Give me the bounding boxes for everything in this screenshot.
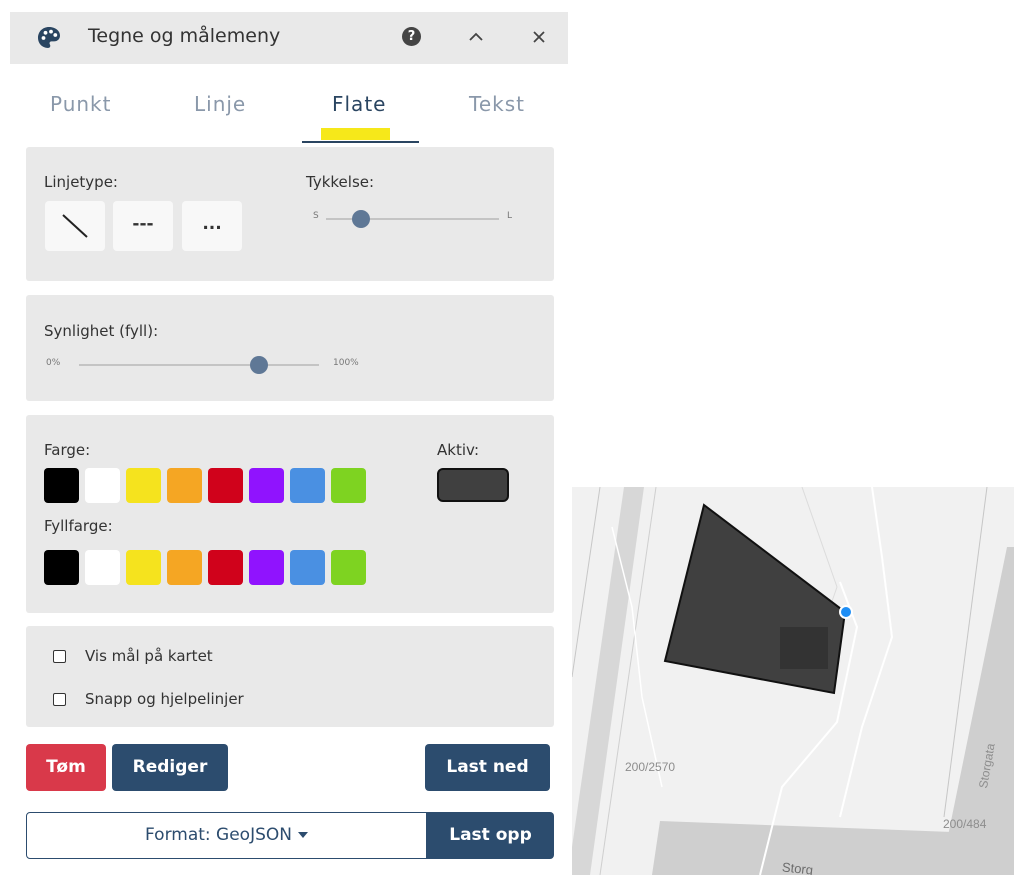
thickness-min-label: S [313, 211, 319, 221]
tab-bar: Punkt Linje Flate Tekst [10, 64, 568, 146]
fill-color-swatch-5[interactable] [249, 550, 284, 585]
opacity-slider-track[interactable] [79, 364, 319, 366]
fill-color-swatch-1[interactable] [85, 550, 120, 585]
draw-measure-panel: Tegne og målemeny ? Punkt Linje Flate Te… [10, 12, 568, 875]
line-settings-card: Linjetype: --- ... Tykkelse: S L [26, 147, 554, 281]
close-icon[interactable] [528, 26, 550, 48]
show-measure-label: Vis mål på kartet [85, 647, 213, 665]
format-label: Format: GeoJSON [145, 825, 292, 845]
stroke-color-swatch-5[interactable] [249, 468, 284, 503]
color-label: Farge: [44, 441, 91, 459]
chevron-up-icon[interactable] [465, 26, 487, 48]
fill-color-swatch-2[interactable] [126, 550, 161, 585]
show-measure-checkbox[interactable] [53, 650, 66, 663]
stroke-color-swatch-0[interactable] [44, 468, 79, 503]
upload-button[interactable]: Last opp [427, 812, 554, 859]
stroke-color-swatch-3[interactable] [167, 468, 202, 503]
thickness-slider-thumb[interactable] [351, 210, 370, 228]
thickness-label: Tykkelse: [306, 173, 375, 191]
opacity-slider-thumb[interactable] [250, 356, 268, 374]
tab-linje[interactable]: Linje [194, 92, 246, 116]
stroke-color-swatch-4[interactable] [208, 468, 243, 503]
fill-color-swatch-3[interactable] [167, 550, 202, 585]
active-tab-underline [302, 141, 419, 143]
edit-button[interactable]: Rediger [112, 744, 228, 791]
active-color-swatch [437, 468, 509, 502]
format-dropdown[interactable]: Format: GeoJSON [26, 812, 427, 859]
map-label-street-bottom: Storg [781, 859, 814, 875]
linetype-dotted-button[interactable]: ... [182, 201, 242, 251]
tab-flate[interactable]: Flate [332, 92, 386, 116]
active-color-label: Aktiv: [437, 441, 480, 459]
linetype-solid-button[interactable] [45, 201, 105, 251]
stroke-color-swatch-7[interactable] [331, 468, 366, 503]
opacity-label: Synlighet (fyll): [44, 322, 159, 340]
stroke-color-swatch-6[interactable] [290, 468, 325, 503]
active-vertex-marker[interactable] [839, 605, 853, 619]
linetype-dashed-button[interactable]: --- [113, 201, 173, 251]
color-card: Farge: Aktiv: Fyllfarge: [26, 415, 554, 613]
clear-button[interactable]: Tøm [26, 744, 106, 791]
fill-color-label: Fyllfarge: [44, 517, 113, 535]
snap-label: Snapp og hjelpelinjer [85, 690, 244, 708]
thickness-max-label: L [507, 211, 513, 221]
map-view[interactable]: 200/2570 Storgata 200/484 Storg [572, 487, 1014, 875]
download-button[interactable]: Last ned [425, 744, 550, 791]
fill-color-swatch-6[interactable] [290, 550, 325, 585]
stroke-color-swatch-1[interactable] [85, 468, 120, 503]
solid-line-icon [62, 214, 88, 238]
fill-color-swatch-0[interactable] [44, 550, 79, 585]
opacity-card: Synlighet (fyll): 0% 100% [26, 295, 554, 401]
opacity-min-label: 0% [46, 358, 61, 368]
linetype-label: Linjetype: [44, 173, 118, 191]
map-label-parcel: 200/2570 [625, 760, 676, 774]
fill-color-swatch-7[interactable] [331, 550, 366, 585]
active-tab-highlight [321, 128, 390, 140]
options-card: Vis mål på kartet Snapp og hjelpelinjer [26, 626, 554, 727]
tab-tekst[interactable]: Tekst [469, 92, 525, 116]
snap-checkbox[interactable] [53, 693, 66, 706]
stroke-color-swatch-2[interactable] [126, 468, 161, 503]
palette-icon [38, 27, 60, 48]
opacity-max-label: 100% [333, 358, 359, 368]
panel-title: Tegne og målemeny [88, 25, 281, 47]
fill-color-swatch-4[interactable] [208, 550, 243, 585]
panel-header: Tegne og målemeny ? [10, 12, 568, 64]
help-icon[interactable]: ? [402, 27, 421, 46]
caret-down-icon [297, 832, 308, 838]
map-label-parcel-2: 200/484 [943, 817, 987, 831]
tab-punkt[interactable]: Punkt [50, 92, 111, 116]
